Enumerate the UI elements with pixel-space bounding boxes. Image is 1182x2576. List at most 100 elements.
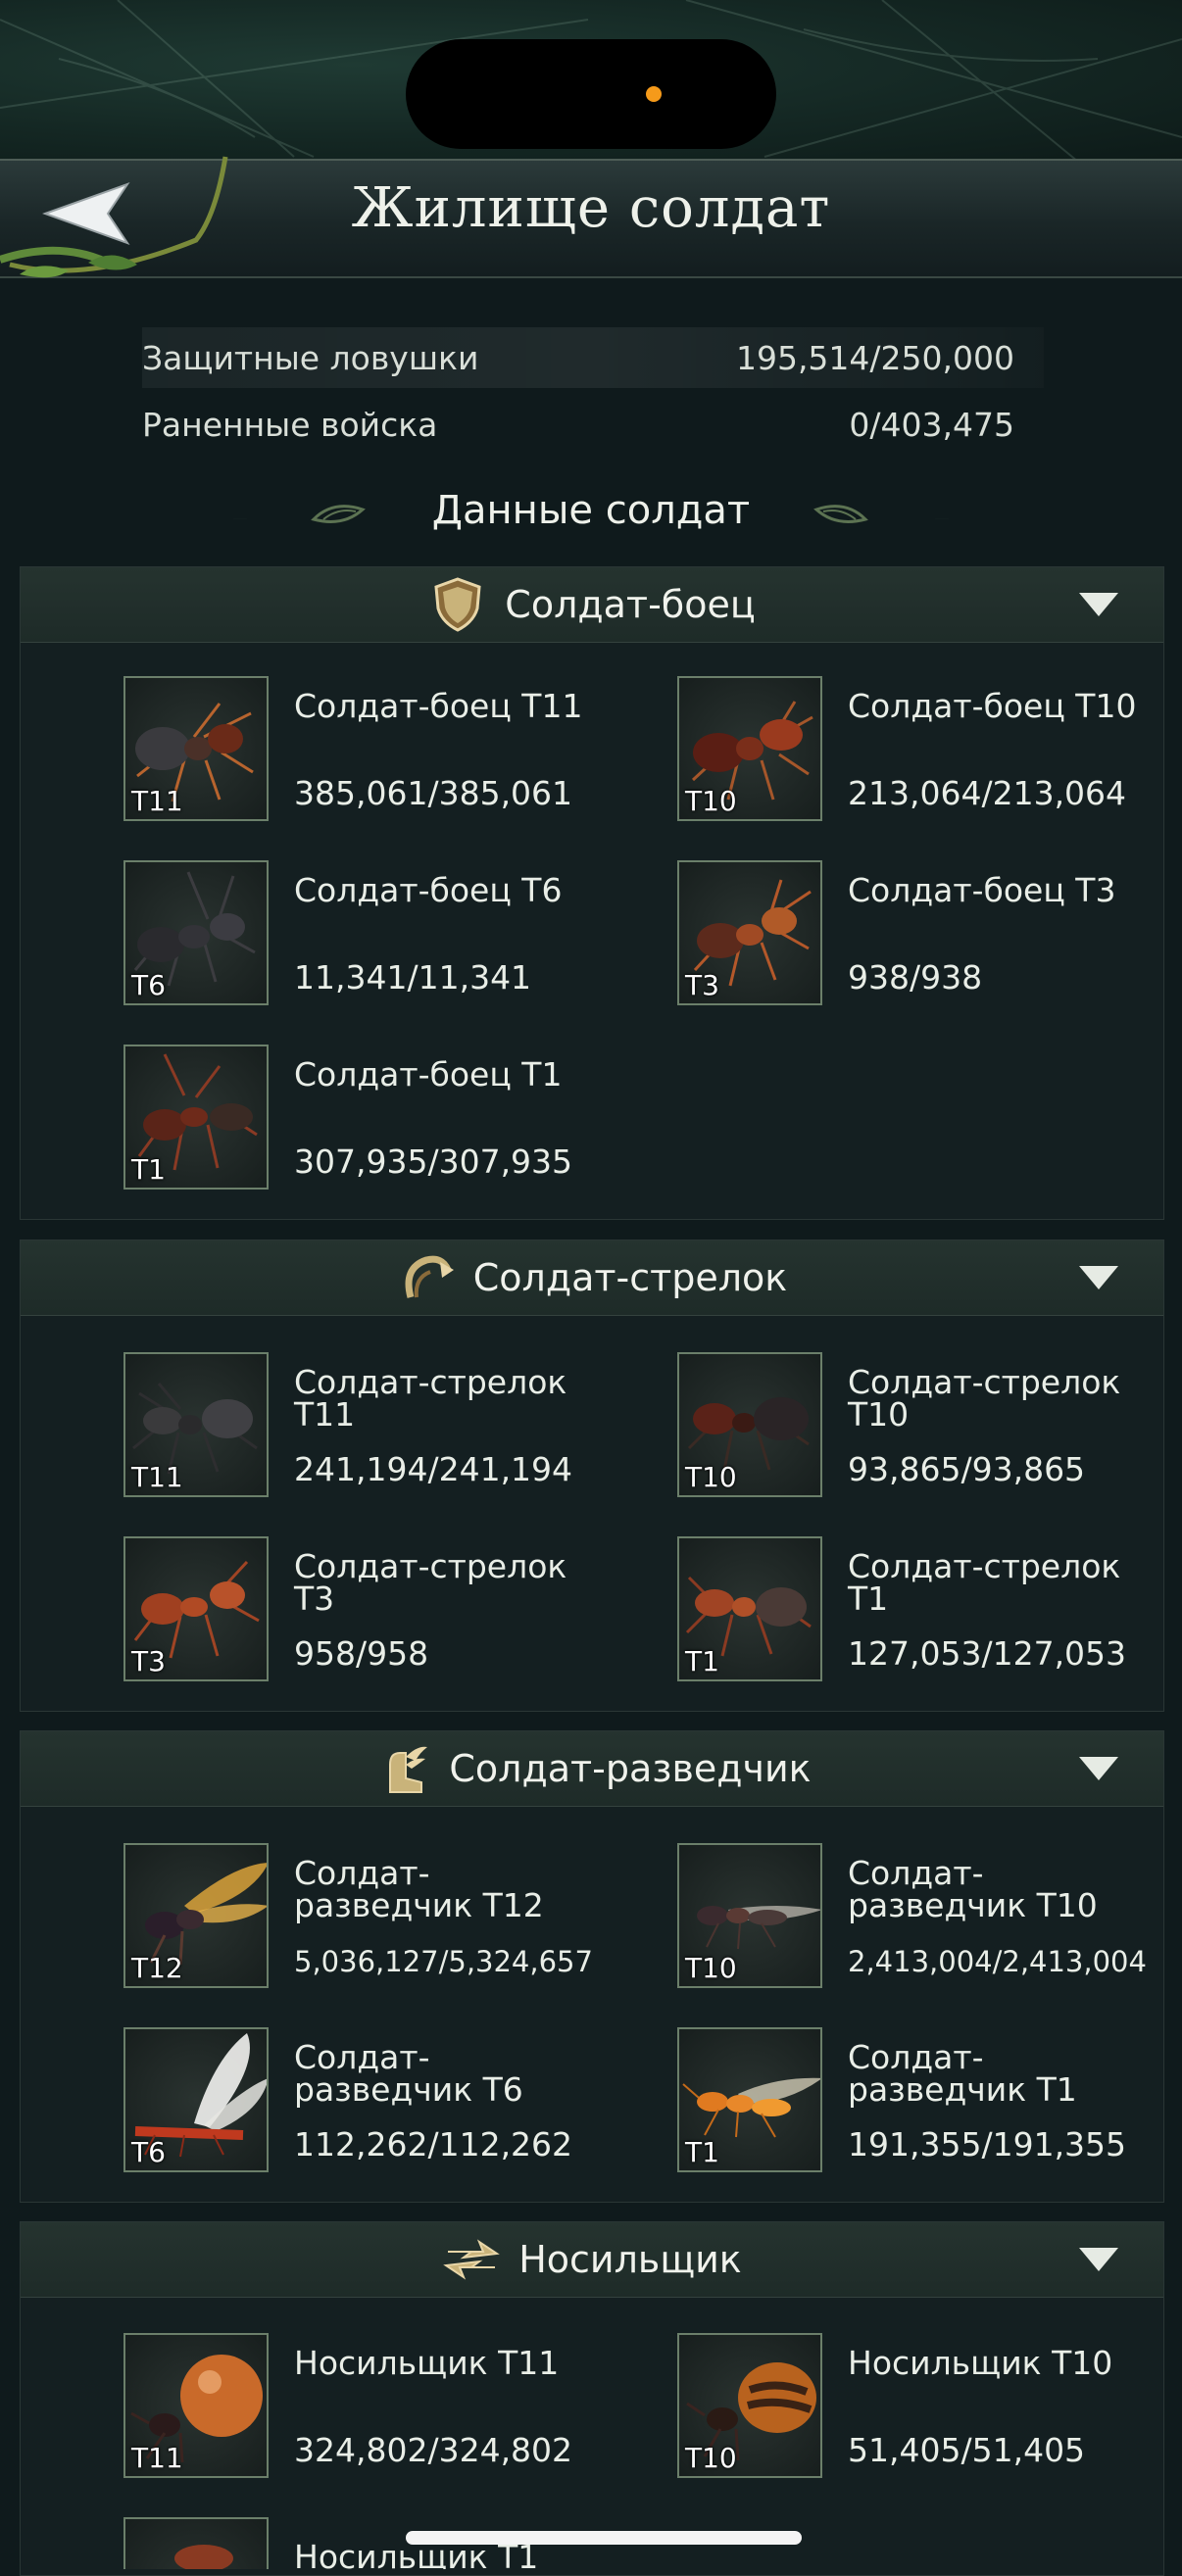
defense-traps-row: Защитные ловушки 195,514/250,000 (142, 327, 1044, 388)
unit-count: 385,061/385,061 (294, 774, 573, 812)
unit-card[interactable]: T10 Солдат-стрелок T10 93,865/93,865 (573, 1352, 1122, 1509)
unit-portrait: T12 (123, 1843, 269, 1988)
unit-card[interactable]: T11 Носильщик T11 324,802/324,802 (20, 2333, 572, 2490)
tier-badge: T10 (685, 2442, 737, 2474)
chevron-down-icon[interactable] (1079, 593, 1118, 616)
unit-portrait: T10 (677, 2333, 822, 2478)
tier-badge: T6 (131, 2136, 166, 2168)
unit-name: Солдат-стрелок T10 (848, 1363, 1121, 1434)
tier-badge: T12 (131, 1952, 183, 1984)
unit-name: Солдат-разведчик T6 (294, 2038, 523, 2109)
home-indicator[interactable] (406, 2531, 802, 2545)
unit-portrait: T10 (677, 1843, 822, 1988)
unit-name: Солдат-боец T6 (294, 871, 563, 909)
unit-portrait (123, 2517, 269, 2569)
chevron-down-icon[interactable] (1079, 1757, 1118, 1780)
unit-count: 93,865/93,865 (848, 1450, 1086, 1488)
category-header[interactable]: Солдат-стрелок (21, 1240, 1163, 1316)
unit-portrait: T1 (677, 1536, 822, 1681)
bow-icon (405, 1255, 454, 1298)
unit-name: Солдат-боец T11 (294, 687, 583, 725)
unit-count: 324,802/324,802 (294, 2431, 573, 2469)
section-divider-right (935, 518, 949, 519)
chevron-down-icon[interactable] (1079, 2248, 1118, 2271)
unit-card[interactable]: T10 Солдат-боец T10 213,064/213,064 (573, 676, 1136, 833)
recording-indicator (646, 86, 662, 102)
wounded-troops-row: Раненные войска 0/403,475 (142, 394, 1044, 455)
tier-badge: T11 (131, 785, 183, 817)
unit-portrait: T11 (123, 2333, 269, 2478)
unit-portrait: T3 (677, 860, 822, 1005)
tier-badge: T11 (131, 1461, 183, 1493)
unit-count: 241,194/241,194 (294, 1450, 573, 1488)
ant-icon (174, 2545, 233, 2569)
unit-card[interactable]: T11 Солдат-боец T11 385,061/385,061 (20, 676, 582, 833)
unit-count: 112,262/112,262 (294, 2125, 573, 2163)
unit-name: Солдат-боец T3 (848, 871, 1116, 909)
tier-badge: T10 (685, 785, 737, 817)
unit-count: 213,064/213,064 (848, 774, 1127, 812)
dynamic-island (406, 39, 776, 149)
unit-card[interactable]: T3 Солдат-боец T3 938/938 (573, 860, 1122, 1017)
winged-boot-icon (389, 1746, 428, 1793)
unit-card[interactable]: T11 Солдат-стрелок T11 241,194/241,194 (20, 1352, 572, 1509)
unit-card[interactable]: T1 Солдат-боец T1 307,935/307,935 (20, 1045, 572, 1201)
section-title: Данные солдат (431, 488, 751, 533)
chevron-down-icon[interactable] (1079, 1266, 1118, 1289)
category-header[interactable]: Солдат-боец (21, 567, 1163, 643)
unit-count: 938/938 (848, 958, 983, 996)
tier-badge: T1 (131, 1153, 166, 1186)
unit-name: Солдат-стрелок T11 (294, 1363, 567, 1434)
unit-portrait: T6 (123, 2027, 269, 2172)
unit-card[interactable]: T6 Солдат-разведчик T6 112,262/112,262 (20, 2027, 572, 2184)
category-header[interactable]: Солдат-разведчик (21, 1731, 1163, 1807)
unit-count: 5,036,127/5,324,657 (294, 1945, 593, 1978)
unit-count: 958/958 (294, 1634, 429, 1673)
unit-count: 11,341/11,341 (294, 958, 532, 996)
category-header[interactable]: Носильщик (21, 2222, 1163, 2298)
category-label: Солдат-стрелок (472, 1256, 788, 1299)
shield-icon (434, 577, 481, 632)
unit-portrait: T10 (677, 676, 822, 821)
unit-portrait: T3 (123, 1536, 269, 1681)
unit-card[interactable]: T3 Солдат-стрелок T3 958/958 (20, 1536, 568, 1693)
tier-badge: T6 (131, 969, 166, 1001)
unit-name: Носильщик T10 (848, 2344, 1113, 2382)
unit-portrait: T6 (123, 860, 269, 1005)
unit-portrait: T11 (123, 676, 269, 821)
unit-card[interactable]: T12 Солдат-разведчик T12 5,036,127/5,324… (20, 1843, 593, 2000)
unit-name: Солдат-боец T1 (294, 1055, 563, 1094)
unit-card[interactable]: T1 Солдат-разведчик T1 191,355/191,355 (573, 2027, 1126, 2184)
unit-portrait: T11 (123, 1352, 269, 1497)
unit-name: Солдат-боец T10 (848, 687, 1137, 725)
unit-count: 191,355/191,355 (848, 2125, 1127, 2163)
category-label: Солдат-боец (505, 583, 756, 626)
unit-name: Солдат-стрелок T3 (294, 1547, 567, 1618)
unit-name: Солдат-разведчик T10 (848, 1854, 1098, 1924)
unit-portrait: T1 (123, 1045, 269, 1190)
unit-name: Солдат-стрелок T1 (848, 1547, 1121, 1618)
unit-portrait: T1 (677, 2027, 822, 2172)
tier-badge: T10 (685, 1461, 737, 1493)
leaf-ornament-icon (813, 505, 868, 523)
unit-count: 127,053/127,053 (848, 1634, 1127, 1673)
stat-label: Раненные войска (142, 405, 438, 444)
category-label: Носильщик (518, 2238, 742, 2281)
tier-badge: T10 (685, 1952, 737, 1984)
unit-name: Солдат-разведчик T12 (294, 1854, 544, 1924)
unit-portrait: T10 (677, 1352, 822, 1497)
unit-name: Носильщик T11 (294, 2344, 560, 2382)
unit-card[interactable]: T6 Солдат-боец T6 11,341/11,341 (20, 860, 568, 1017)
tier-badge: T1 (685, 2136, 719, 2168)
stat-value: 195,514/250,000 (735, 338, 1014, 377)
unit-count: 51,405/51,405 (848, 2431, 1086, 2469)
category-label: Солдат-разведчик (449, 1747, 812, 1790)
tier-badge: T1 (685, 1645, 719, 1677)
unit-name: Солдат-разведчик T1 (848, 2038, 1077, 2109)
unit-card[interactable]: T10 Солдат-разведчик T10 2,413,004/2,413… (573, 1843, 1147, 2000)
unit-count: 307,935/307,935 (294, 1142, 573, 1181)
unit-card[interactable]: T1 Солдат-стрелок T1 127,053/127,053 (573, 1536, 1126, 1693)
unit-card[interactable]: T10 Носильщик T10 51,405/51,405 (573, 2333, 1122, 2490)
stat-label: Защитные ловушки (142, 338, 479, 377)
stat-value: 0/403,475 (849, 405, 1014, 444)
